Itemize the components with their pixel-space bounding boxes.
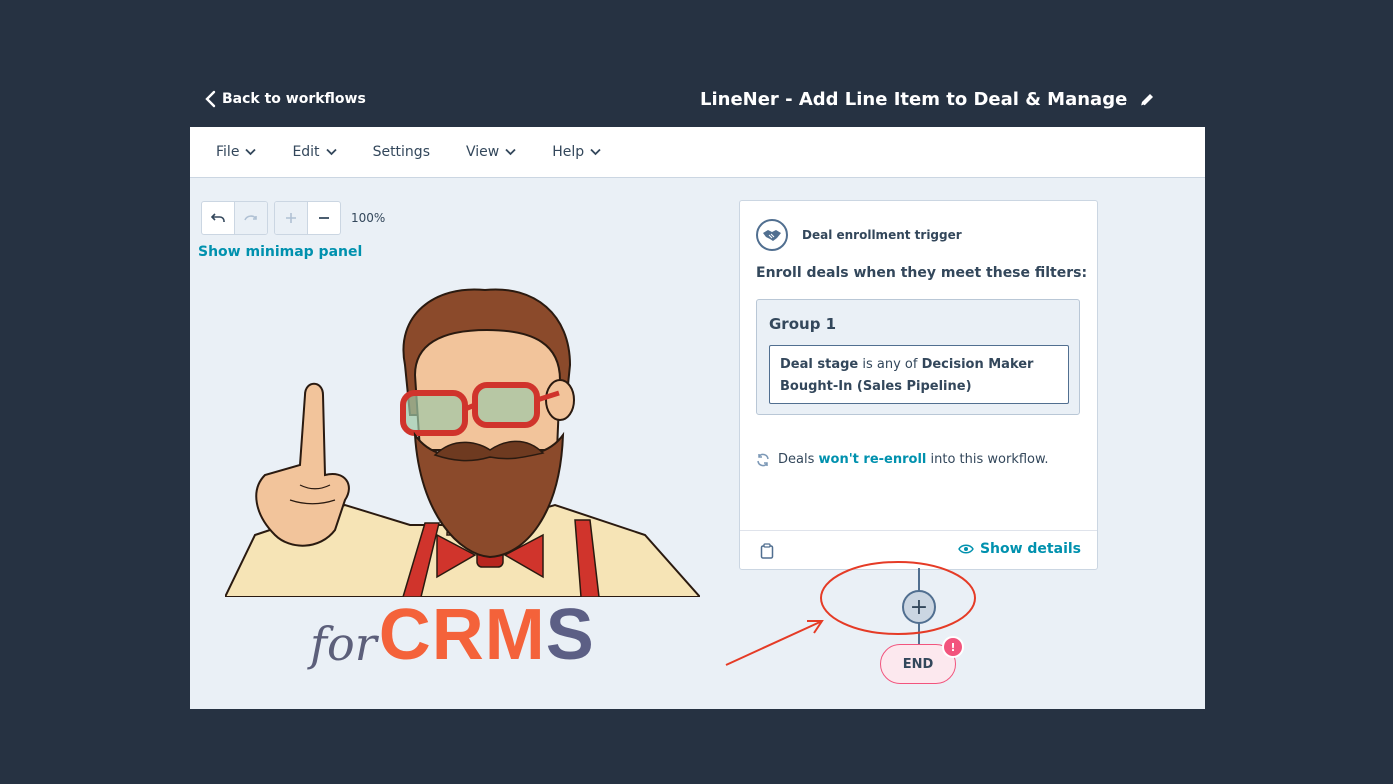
group-title: Group 1 (769, 315, 837, 333)
handshake-icon (756, 219, 788, 251)
logo-for: for (310, 617, 377, 671)
menu-label: Edit (292, 144, 320, 160)
filter-operator: is any of (858, 357, 922, 372)
menu-file[interactable]: File (216, 144, 257, 160)
workflow-title: LineNer - Add Line Item to Deal & Manage (700, 89, 1155, 110)
menu-help[interactable]: Help (552, 144, 601, 160)
enroll-criteria-text: Enroll deals when they meet these filter… (756, 265, 1088, 281)
refresh-icon (757, 453, 769, 466)
zoom-in-button[interactable] (275, 202, 308, 234)
reenroll-link[interactable]: won't re-enroll (819, 452, 927, 467)
menu-label: Help (552, 144, 585, 160)
filter-property: Deal stage (780, 357, 859, 372)
back-to-workflows-link[interactable]: Back to workflows (204, 90, 366, 108)
annotation-arrow (725, 621, 821, 666)
undo-icon (211, 213, 225, 222)
show-details-label: Show details (979, 541, 1081, 557)
back-label: Back to workflows (222, 91, 366, 107)
logo-s: S (545, 595, 594, 675)
add-action-button[interactable]: + (902, 590, 936, 624)
chevron-down-icon (590, 148, 601, 156)
redo-icon (244, 215, 257, 221)
card-footer: Show details (740, 530, 1097, 569)
enrollment-trigger-card[interactable]: Deal enrollment trigger Enroll deals whe… (739, 200, 1098, 570)
clipboard-icon[interactable] (760, 543, 774, 559)
chevron-down-icon (325, 148, 337, 156)
show-minimap-link[interactable]: Show minimap panel (198, 244, 362, 260)
chevron-down-icon (245, 148, 257, 156)
pencil-icon[interactable] (1139, 92, 1155, 108)
chevron-left-icon (205, 90, 216, 108)
hipster-illustration (225, 288, 700, 597)
chevron-down-icon (505, 148, 516, 156)
redo-button[interactable] (235, 202, 267, 234)
menu-label: Settings (372, 144, 430, 160)
trigger-label: Deal enrollment trigger (802, 228, 962, 242)
plus-icon (286, 213, 296, 223)
menu-settings[interactable]: Settings (373, 144, 430, 160)
menu-label: File (216, 144, 240, 160)
reenroll-status: Deals won't re-enroll into this workflow… (756, 452, 1049, 467)
menu-edit[interactable]: Edit (292, 144, 337, 160)
minus-icon (319, 217, 329, 219)
filter-condition[interactable]: Deal stage is any of Decision Maker Boug… (769, 345, 1069, 404)
card-header: Deal enrollment trigger (756, 219, 962, 251)
logo-crm: CRM (378, 595, 546, 675)
annotation-arrowhead (807, 620, 824, 634)
undo-button[interactable] (202, 202, 235, 234)
top-header: Back to workflows LineNer - Add Line Ite… (190, 80, 1205, 126)
eye-icon (958, 544, 974, 554)
canvas-controls: 100% (201, 201, 385, 235)
workflow-editor: File Edit Settings View Help 100% Show m… (190, 127, 1205, 709)
menu-label: View (465, 144, 500, 160)
workflow-title-text: LineNer - Add Line Item to Deal & Manage (700, 89, 1128, 110)
reenroll-prefix: Deals (778, 452, 819, 467)
menu-view[interactable]: View (466, 144, 516, 160)
alert-badge: ! (942, 636, 964, 658)
history-controls (201, 201, 268, 235)
menu-bar: File Edit Settings View Help (190, 127, 1205, 178)
zoom-level: 100% (351, 211, 386, 225)
filter-group: Group 1 Deal stage is any of Decision Ma… (756, 299, 1080, 415)
zoom-out-button[interactable] (308, 202, 340, 234)
reenroll-suffix: into this workflow. (926, 452, 1049, 467)
highlight-ellipse (820, 561, 976, 635)
zoom-controls (274, 201, 341, 235)
show-details-link[interactable]: Show details (958, 541, 1081, 557)
forcrms-logo: for CRM S (310, 599, 594, 671)
